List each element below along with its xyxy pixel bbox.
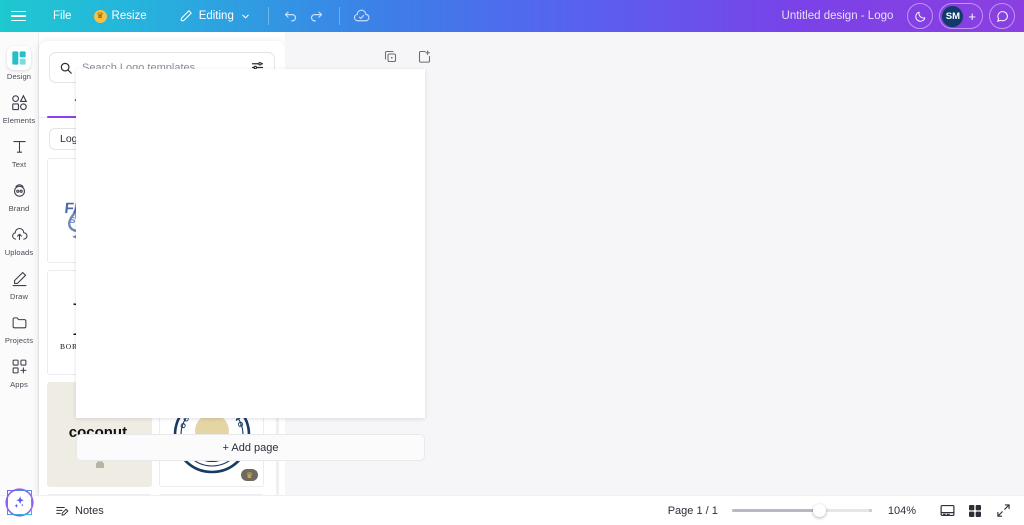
- crown-icon: ♛: [93, 9, 107, 23]
- projects-icon: [7, 310, 31, 334]
- text-icon: [7, 134, 31, 158]
- pro-crown-icon: ♛: [241, 469, 258, 481]
- chevron-down-icon: [240, 11, 251, 22]
- sidebar-item-projects[interactable]: Projects: [0, 305, 39, 349]
- add-page-button[interactable]: + Add page: [76, 434, 425, 461]
- sidebar-item-draw[interactable]: Draw: [0, 261, 39, 305]
- left-sidebar-rail: Design Elements Text Brand Uploads Draw …: [0, 32, 39, 525]
- grid-view-icon[interactable]: [964, 500, 986, 522]
- zoom-slider-knob[interactable]: [813, 504, 827, 517]
- toolbar-divider-1: [267, 7, 269, 25]
- sidebar-item-text[interactable]: Text: [0, 129, 39, 173]
- add-page-icon[interactable]: [415, 47, 433, 65]
- sidebar-item-brand[interactable]: Brand: [0, 173, 39, 217]
- design-title[interactable]: Untitled design - Logo: [782, 10, 894, 22]
- resize-button[interactable]: ♛ Resize: [86, 4, 155, 28]
- hamburger-icon[interactable]: [11, 6, 31, 26]
- design-canvas[interactable]: [76, 69, 425, 418]
- page-tools: [381, 47, 433, 65]
- toolbar-divider-2: [338, 7, 340, 25]
- sidebar-item-apps[interactable]: Apps: [0, 349, 39, 393]
- notes-label: Notes: [75, 504, 104, 517]
- comment-icon[interactable]: [989, 3, 1015, 29]
- page-counter: Page 1 / 1: [667, 504, 718, 517]
- collaborators-group[interactable]: SM +: [939, 3, 983, 29]
- top-toolbar-right: Untitled design - Logo SM +: [782, 3, 1024, 29]
- file-menu-button[interactable]: File: [45, 4, 80, 28]
- notes-button[interactable]: Notes: [55, 504, 104, 518]
- search-icon: [59, 61, 73, 75]
- page-view-icon[interactable]: [936, 500, 958, 522]
- bottom-status-bar: Notes Page 1 / 1 104%: [0, 495, 1024, 525]
- zoom-slider[interactable]: [731, 504, 872, 518]
- undo-icon[interactable]: [278, 3, 304, 29]
- bottom-bar-right: Page 1 / 1 104%: [668, 500, 1024, 522]
- top-toolbar: File ♛ Resize Editing Untitled design - …: [0, 0, 1024, 32]
- resize-label: Resize: [111, 10, 147, 22]
- apps-icon: [7, 354, 31, 378]
- sidebar-item-label: Elements: [2, 116, 36, 125]
- sidebar-item-label: Text: [11, 160, 27, 169]
- sidebar-item-label: Design: [6, 72, 32, 81]
- sidebar-item-design[interactable]: Design: [0, 41, 39, 85]
- zoom-level-label[interactable]: 104%: [888, 505, 916, 517]
- sidebar-item-label: Apps: [10, 380, 28, 389]
- zoom-slider-fill: [731, 509, 819, 512]
- brand-icon: [7, 178, 31, 202]
- editing-label: Editing: [198, 10, 234, 22]
- draw-icon: [7, 266, 31, 290]
- editing-mode-dropdown[interactable]: Editing: [171, 4, 259, 28]
- redo-icon[interactable]: [304, 3, 330, 29]
- duplicate-page-icon[interactable]: [381, 47, 399, 65]
- sidebar-item-label: Brand: [8, 204, 30, 213]
- cloud-saved-icon[interactable]: [349, 3, 375, 29]
- zoom-slider-end-dot: [868, 509, 872, 512]
- sidebar-item-label: Projects: [4, 336, 34, 345]
- design-icon: [7, 46, 31, 70]
- avatar[interactable]: SM: [942, 5, 964, 27]
- sidebar-item-label: Uploads: [4, 248, 34, 257]
- add-page-label: + Add page: [222, 441, 279, 454]
- sparkle-icon: [12, 495, 27, 510]
- file-menu-label: File: [53, 10, 72, 22]
- canva-editor-window: File ♛ Resize Editing Untitled design - …: [0, 0, 1024, 525]
- pencil-icon: [179, 9, 193, 23]
- moon-icon[interactable]: [907, 3, 934, 29]
- notes-icon: [55, 504, 69, 518]
- add-collaborator-button[interactable]: +: [965, 9, 979, 24]
- fullscreen-icon[interactable]: [992, 500, 1014, 522]
- uploads-icon: [7, 222, 31, 246]
- magic-ai-button[interactable]: [7, 490, 32, 515]
- sidebar-item-uploads[interactable]: Uploads: [0, 217, 39, 261]
- elements-icon: [7, 90, 31, 114]
- sidebar-item-elements[interactable]: Elements: [0, 85, 39, 129]
- sidebar-item-label: Draw: [9, 292, 29, 301]
